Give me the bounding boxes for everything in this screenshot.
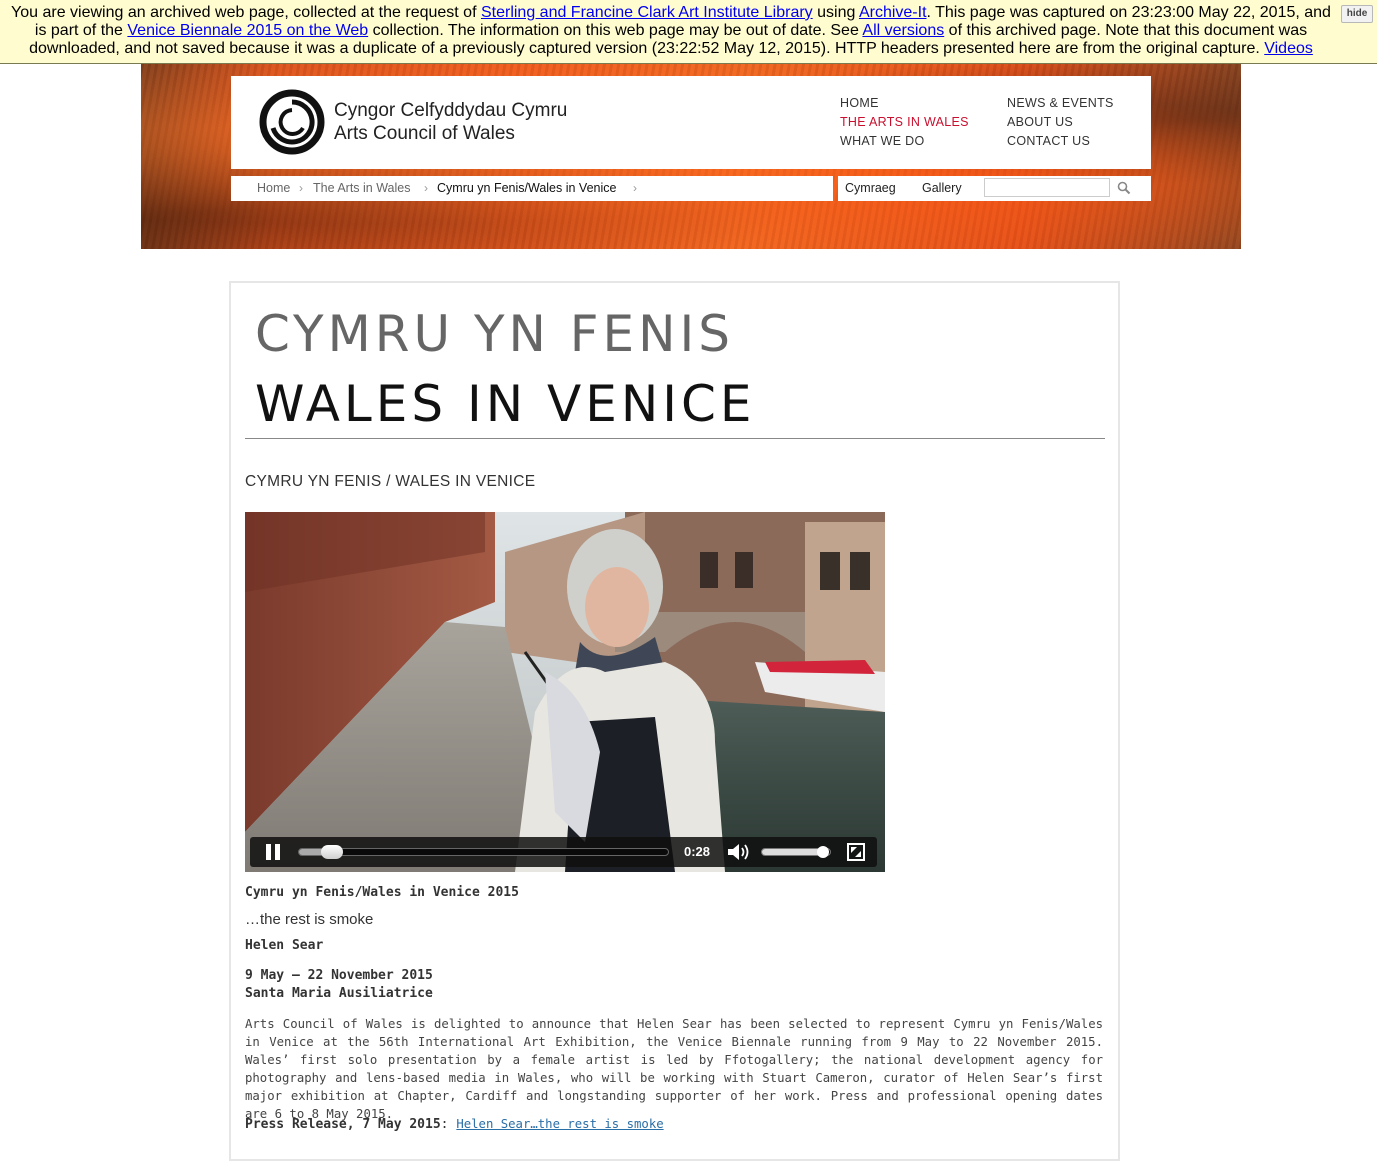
- page-title-english: WALES IN VENICE: [255, 375, 756, 433]
- nav-contact-us[interactable]: CONTACT US: [1007, 134, 1090, 148]
- arts-council-logo-icon[interactable]: [258, 88, 326, 156]
- hide-button[interactable]: hide: [1341, 5, 1373, 23]
- press-release-link[interactable]: Helen Sear…the rest is smoke: [456, 1117, 663, 1131]
- archive-text-1: You are viewing an archived web page, co…: [11, 4, 481, 21]
- fullscreen-icon[interactable]: [847, 843, 865, 861]
- header-panel: Cyngor Celfyddydau Cymru Arts Council of…: [231, 76, 1151, 169]
- logo-welsh-name[interactable]: Cyngor Celfyddydau Cymru: [334, 100, 567, 122]
- archive-text-2: using: [812, 4, 859, 21]
- volume-icon[interactable]: [726, 843, 750, 861]
- breadcrumb-arts-in-wales[interactable]: The Arts in Wales: [313, 176, 411, 201]
- video-frame-image[interactable]: [245, 512, 885, 872]
- press-release-label: Press Release, 7 May 2015: [245, 1117, 441, 1132]
- search-input[interactable]: [984, 178, 1110, 197]
- exhibition-subtitle: …the rest is smoke: [245, 911, 374, 928]
- pause-icon[interactable]: [264, 844, 284, 860]
- progress-handle[interactable]: [321, 845, 343, 859]
- all-versions-link[interactable]: All versions: [862, 22, 944, 39]
- page-title-welsh: CYMRU YN FENIS: [255, 305, 735, 363]
- chevron-right-icon: ›: [633, 181, 637, 195]
- title-divider: [245, 438, 1105, 439]
- volume-handle[interactable]: [817, 846, 829, 858]
- archive-banner: You are viewing an archived web page, co…: [0, 0, 1377, 64]
- chevron-right-icon: ›: [424, 181, 428, 195]
- nav-about-us[interactable]: ABOUT US: [1007, 115, 1073, 129]
- event-dates: 9 May – 22 November 2015: [245, 968, 433, 983]
- event-title: Cymru yn Fenis/Wales in Venice 2015: [245, 885, 519, 900]
- nav-home[interactable]: HOME: [840, 96, 879, 110]
- video-player[interactable]: 0:28: [245, 512, 885, 872]
- volume-slider[interactable]: [761, 846, 831, 858]
- artist-name: Helen Sear: [245, 938, 324, 953]
- collection-link[interactable]: Venice Biennale 2015 on the Web: [127, 22, 368, 39]
- gallery-link[interactable]: Gallery: [922, 176, 962, 201]
- announcement-paragraph: Arts Council of Wales is delighted to an…: [245, 1017, 1103, 1121]
- archive-notice: You are viewing an archived web page, co…: [6, 4, 1336, 58]
- breadcrumb-current[interactable]: Cymru yn Fenis/Wales in Venice: [437, 176, 616, 201]
- nav-what-we-do[interactable]: WHAT WE DO: [840, 134, 924, 148]
- logo-english-name[interactable]: Arts Council of Wales: [334, 123, 515, 145]
- press-release-line: Press Release, 7 May 2015: Helen Sear…th…: [245, 1117, 664, 1132]
- breadcrumb: Home › The Arts in Wales › Cymru yn Feni…: [231, 176, 833, 201]
- cymraeg-link[interactable]: Cymraeg: [845, 176, 896, 201]
- search-icon[interactable]: [1117, 181, 1131, 195]
- archive-it-link[interactable]: Archive-It: [859, 4, 927, 21]
- utility-bar: Cymraeg Gallery: [838, 176, 1151, 201]
- video-controls: 0:28: [250, 837, 877, 867]
- progress-bar[interactable]: [298, 845, 669, 859]
- library-link[interactable]: Sterling and Francine Clark Art Institut…: [481, 4, 813, 21]
- section-heading: CYMRU YN FENIS / WALES IN VENICE: [245, 473, 536, 490]
- nav-news-events[interactable]: NEWS & EVENTS: [1007, 96, 1114, 110]
- nav-arts-in-wales[interactable]: THE ARTS IN WALES: [840, 115, 969, 129]
- time-readout: 0:28: [684, 844, 711, 859]
- volume-fill: [762, 849, 823, 855]
- press-separator: :: [440, 1117, 457, 1132]
- chevron-right-icon: ›: [299, 181, 303, 195]
- archive-text-4: collection. The information on this web …: [368, 22, 863, 39]
- breadcrumb-home[interactable]: Home: [257, 176, 290, 201]
- videos-link[interactable]: Videos: [1264, 40, 1313, 57]
- event-venue: Santa Maria Ausiliatrice: [245, 986, 433, 1001]
